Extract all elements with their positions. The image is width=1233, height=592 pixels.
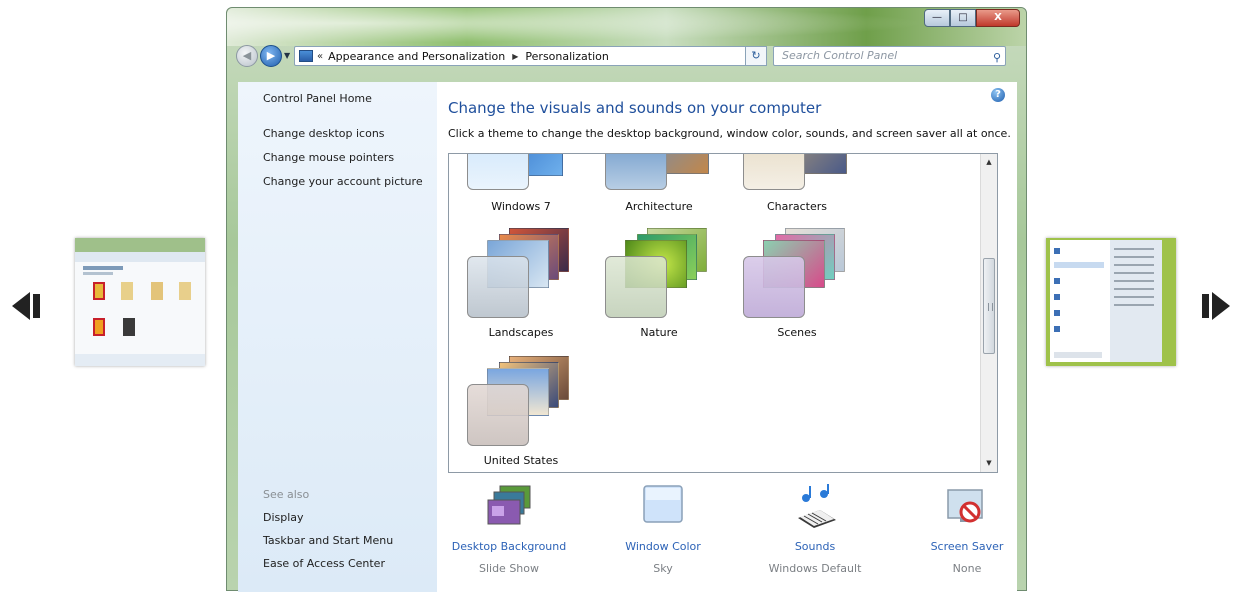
taskbar-start-menu-link[interactable]: Taskbar and Start Menu [263, 534, 393, 547]
control-panel-icon [299, 50, 313, 62]
theme-scenes[interactable]: Scenes [737, 224, 857, 344]
display-link[interactable]: Display [263, 511, 304, 524]
control-panel-home-link[interactable]: Control Panel Home [263, 92, 372, 105]
previous-arrow-icon[interactable] [8, 288, 44, 324]
recent-pages-dropdown-icon[interactable]: ▼ [284, 51, 290, 60]
scroll-down-icon[interactable]: ▼ [981, 455, 997, 472]
change-mouse-pointers-link[interactable]: Change mouse pointers [263, 151, 394, 164]
scroll-thumb[interactable] [983, 258, 995, 354]
theme-label: United States [483, 454, 559, 467]
scroll-up-icon[interactable]: ▲ [981, 154, 997, 171]
forward-button[interactable]: ▶ [260, 45, 282, 67]
next-screenshot-thumbnail[interactable] [1046, 238, 1176, 366]
theme-label: Architecture [625, 200, 693, 213]
next-arrow-icon[interactable] [1200, 288, 1233, 324]
screen-saver-title[interactable]: Screen Saver [907, 540, 1027, 553]
desktop-background-icon [486, 484, 532, 530]
theme-landscapes[interactable]: Landscapes [461, 224, 581, 344]
theme-list[interactable]: Windows 7 Architecture Characters Landsc… [448, 153, 998, 473]
page-title: Change the visuals and sounds on your co… [448, 99, 822, 117]
address-overflow-icon[interactable]: « [317, 51, 323, 62]
theme-label: Characters [766, 200, 828, 213]
sounds-value: Windows Default [768, 562, 862, 575]
page-subtitle: Click a theme to change the desktop back… [448, 127, 1011, 140]
search-input[interactable]: Search Control Panel ⚲ [773, 46, 1006, 66]
breadcrumb-personalization[interactable]: Personalization [525, 50, 608, 63]
change-account-picture-link[interactable]: Change your account picture [263, 175, 423, 188]
maximize-button[interactable]: □ [950, 9, 976, 27]
screen-saver-link[interactable]: Screen Saver None [907, 484, 1027, 584]
content-pane: ? Change the visuals and sounds on your … [437, 82, 1017, 592]
search-icon[interactable]: ⚲ [993, 49, 1001, 67]
previous-screenshot-thumbnail[interactable] [75, 238, 205, 366]
screen-saver-icon [944, 484, 990, 530]
sounds-link[interactable]: Sounds Windows Default [755, 484, 875, 584]
desktop-background-link[interactable]: Desktop Background Slide Show [449, 484, 569, 584]
back-button[interactable]: ◀ [236, 45, 258, 67]
breadcrumb-separator-icon[interactable]: ▶ [512, 52, 518, 61]
task-pane: Control Panel Home Change desktop icons … [238, 82, 437, 592]
window-color-title[interactable]: Window Color [603, 540, 723, 553]
address-bar[interactable]: « Appearance and Personalization ▶ Perso… [294, 46, 763, 66]
window-color-swatch-icon [640, 484, 686, 530]
desktop-background-value: Slide Show [478, 562, 540, 575]
desktop-background-title[interactable]: Desktop Background [449, 540, 569, 553]
ease-of-access-link[interactable]: Ease of Access Center [263, 557, 385, 570]
help-icon[interactable]: ? [991, 88, 1005, 102]
theme-nature[interactable]: Nature [599, 224, 719, 344]
theme-united-states[interactable]: United States [461, 352, 581, 472]
minimize-button[interactable]: — [924, 9, 950, 27]
window-caption-buttons: — □ X [924, 9, 1020, 27]
theme-label: Scenes [777, 326, 817, 339]
refresh-button[interactable]: ↻ [745, 46, 767, 66]
navigation-bar: ◀ ▶ ▼ « Appearance and Personalization ▶… [233, 45, 1020, 69]
close-button[interactable]: X [976, 9, 1020, 27]
search-placeholder: Search Control Panel [782, 49, 898, 62]
theme-list-scrollbar[interactable]: ▲ ▼ [980, 154, 997, 472]
window-color-link[interactable]: Window Color Sky [603, 484, 723, 584]
window-color-value: Sky [653, 562, 673, 575]
theme-label: Landscapes [488, 326, 554, 339]
title-bar [227, 8, 1026, 46]
sounds-title[interactable]: Sounds [755, 540, 875, 553]
see-also-heading: See also [263, 488, 310, 501]
personalization-window: — □ X ◀ ▶ ▼ « Appearance and Personaliza… [226, 7, 1027, 592]
sounds-icon [792, 484, 838, 530]
breadcrumb-appearance[interactable]: Appearance and Personalization [328, 50, 505, 63]
theme-label: Windows 7 [491, 200, 551, 213]
theme-label: Nature [640, 326, 678, 339]
screen-saver-value: None [952, 562, 982, 575]
change-desktop-icons-link[interactable]: Change desktop icons [263, 127, 385, 140]
